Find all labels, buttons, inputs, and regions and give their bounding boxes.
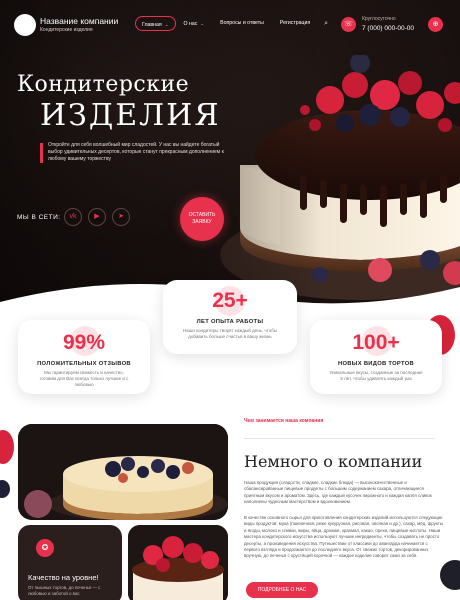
strawberry-cake-image xyxy=(128,525,228,600)
about-cake-image xyxy=(18,424,228,520)
stat-number: 99% xyxy=(62,331,106,354)
about-kicker: Чем занимается наша компания xyxy=(244,418,324,424)
stat-card-reviews: 99% ПОЛОЖИТЕЛЬНЫХ ОТЗЫВОВ Мы гарантируем… xyxy=(18,320,150,394)
company-subtitle: Кондитерские изделия xyxy=(40,27,93,33)
phone-number[interactable]: 7 (000) 000-00-00 xyxy=(362,25,414,32)
phone-hours-label: Круглосуточно xyxy=(362,16,396,22)
stat-title: НОВЫХ ВИДОВ ТОРТОВ xyxy=(337,361,414,367)
nav-item-registration[interactable]: Регистрация xyxy=(272,16,318,31)
company-logo[interactable] xyxy=(14,14,36,36)
strawberry-cake-picture xyxy=(128,525,228,600)
raspberry-decoration xyxy=(0,430,14,464)
nav-item-label: Главная xyxy=(142,22,162,28)
award-icon: ✪ xyxy=(36,539,54,557)
telegram-icon[interactable]: ➤ xyxy=(112,208,130,226)
vk-icon[interactable]: vk xyxy=(64,208,82,226)
nav-item-faq[interactable]: Вопросы и ответы xyxy=(212,16,272,31)
search-icon[interactable]: ⌕ xyxy=(324,20,328,28)
stat-number: 25+ xyxy=(212,289,248,312)
blackberry-decoration xyxy=(0,480,10,498)
chevron-down-icon: ⌄ xyxy=(200,21,205,26)
stat-text: Наши кондитеры творят каждый день, чтобы… xyxy=(182,328,278,339)
blackberry-decoration xyxy=(440,560,460,590)
quality-title: Качество на уровне! xyxy=(28,573,99,582)
social-label: МЫ В СЕТИ: xyxy=(17,214,61,221)
nav-item-label: Вопросы и ответы xyxy=(220,20,264,26)
phone-icon[interactable]: ☏ xyxy=(341,17,356,32)
hero-desc-accent xyxy=(40,143,43,163)
request-button-line2: ЗАЯВКУ xyxy=(192,219,212,225)
quality-text: От пышных тортов, до печенья — с любовью… xyxy=(28,585,101,596)
hero-title-line1: Кондитерские xyxy=(17,72,190,97)
about-more-button[interactable]: ПОДРОБНЕЕ О НАС xyxy=(246,582,318,598)
request-button-line1: ОСТАВИТЬ xyxy=(188,212,216,218)
hero-description: Откройте для себя волшебный мир сладосте… xyxy=(48,142,224,163)
stat-card-new-cakes: 100+ НОВЫХ ВИДОВ ТОРТОВ Уникальные вкусы… xyxy=(310,320,442,394)
nav-item-home[interactable]: Главная ⌄ xyxy=(135,16,176,31)
divider xyxy=(244,438,434,439)
stat-card-experience: 25+ ЛЕТ ОПЫТА РАБОТЫ Наши кондитеры твор… xyxy=(163,280,297,354)
stat-number: 100+ xyxy=(352,331,400,354)
nav-item-label: Регистрация xyxy=(279,20,311,26)
about-paragraph-2: В качестве основного сырья для приготовл… xyxy=(244,515,443,559)
stat-title: ЛЕТ ОПЫТА РАБОТЫ xyxy=(196,319,264,325)
youtube-icon[interactable]: ▶ xyxy=(88,208,106,226)
cart-icon[interactable]: ⊕ xyxy=(428,17,443,32)
stat-text: Мы гарантируем свежесть и качество, гото… xyxy=(39,370,129,387)
stat-title: ПОЛОЖИТЕЛЬНЫХ ОТЗЫВОВ xyxy=(37,361,131,367)
stat-text: Уникальные вкусы, созданные за последние… xyxy=(329,370,423,381)
company-name[interactable]: Название компании xyxy=(40,16,118,26)
cheesecake-image xyxy=(18,424,228,520)
hero-title-line2: ИЗДЕЛИЯ xyxy=(40,98,221,133)
chevron-down-icon: ⌄ xyxy=(164,22,169,27)
about-paragraph-1: Наша продукция (сладости, сладкие, сладк… xyxy=(244,480,432,505)
nav-item-label: О нас xyxy=(183,21,198,27)
nav-item-about[interactable]: О нас ⌄ xyxy=(176,16,213,31)
about-title: Немного о компании xyxy=(244,452,423,471)
main-nav: Главная ⌄ О нас ⌄ Вопросы и ответы Регистр… xyxy=(135,16,328,31)
quality-card: ✪ Качество на уровне! От пышных тортов, … xyxy=(18,525,122,600)
request-button[interactable]: ОСТАВИТЬ ЗАЯВКУ xyxy=(180,197,224,241)
